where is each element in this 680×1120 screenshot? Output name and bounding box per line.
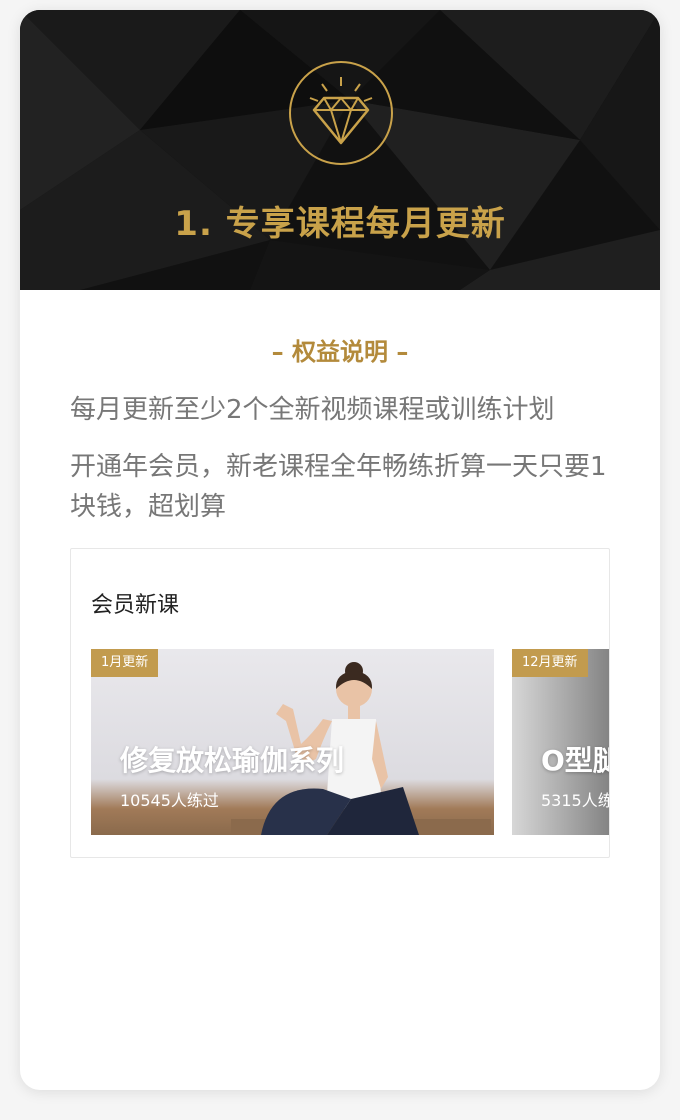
course-tag: 12月更新: [512, 649, 588, 677]
benefit-line-2: 开通年会员，新老课程全年畅练折算一天只要1块钱，超划算: [70, 452, 607, 522]
course-card[interactable]: 1月更新 修复放松瑜伽系列 10545人练过: [91, 649, 494, 835]
hero-banner: 1. 专享课程每月更新: [20, 10, 660, 290]
panel-title: 会员新课: [91, 593, 180, 618]
diamond-icon: [289, 61, 393, 165]
course-title: O型腿: [541, 744, 609, 777]
course-card[interactable]: 12月更新 O型腿 5315人练过: [512, 649, 609, 835]
course-title: 修复放松瑜伽系列: [120, 744, 345, 777]
course-stats: 10545人练过: [120, 791, 219, 810]
section-heading: – 权益说明 –: [271, 338, 409, 366]
hero-title: 1. 专享课程每月更新: [174, 204, 506, 244]
course-stats: 5315人练过: [541, 791, 609, 810]
benefit-line-1: 每月更新至少2个全新视频课程或训练计划: [70, 395, 555, 425]
benefit-card: 1. 专享课程每月更新 – 权益说明 – 每月更新至少2个全新视频课程或训练计划…: [20, 10, 660, 1090]
courses-panel: 会员新课 1月更新 修复放松瑜伽系列 10545人练过 12月更新 O型腿 53…: [70, 548, 610, 858]
course-tag: 1月更新: [91, 649, 159, 677]
